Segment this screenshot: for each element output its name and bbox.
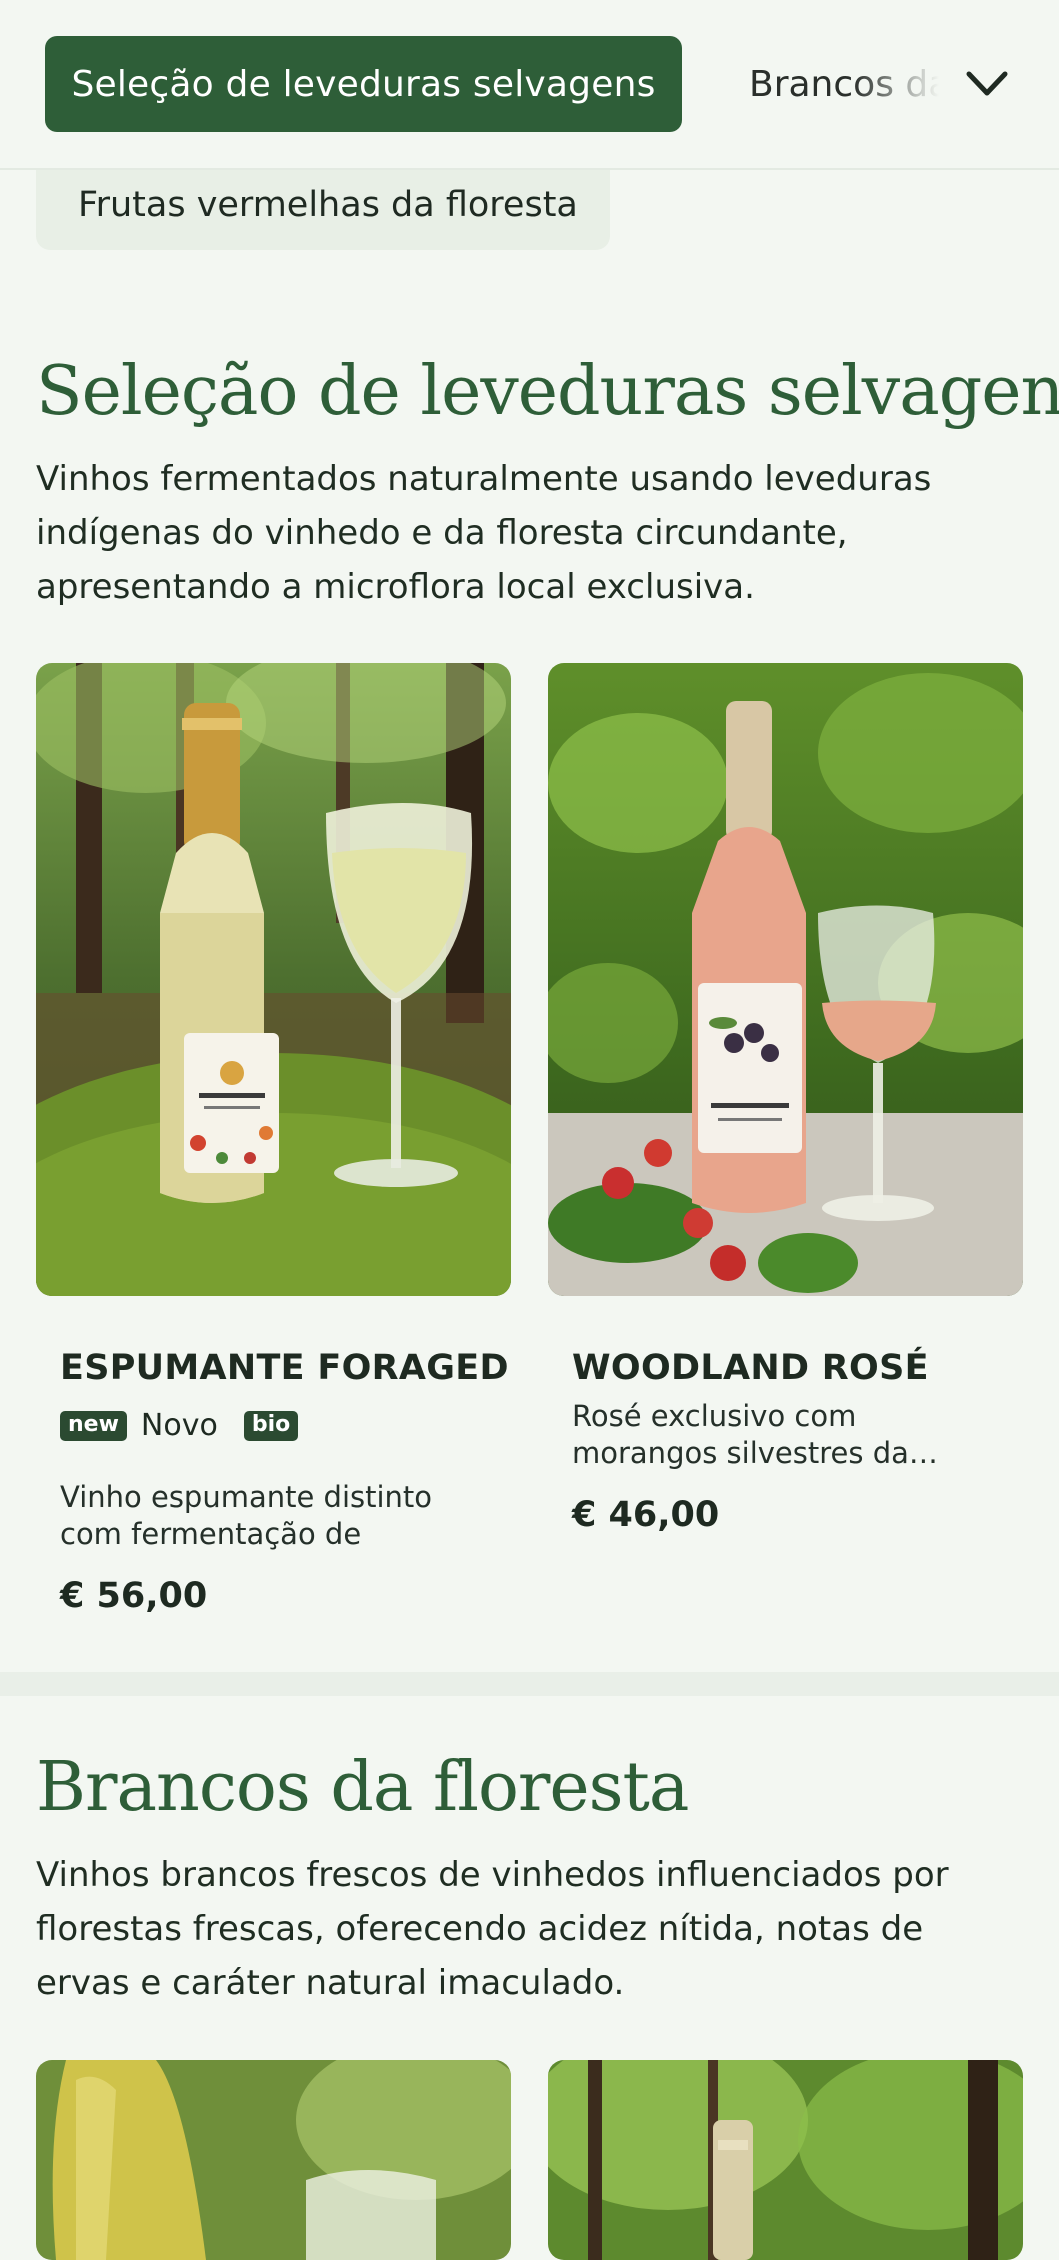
badge-new: new xyxy=(60,1410,127,1441)
product-name[interactable]: ESPUMANTE FORAGED xyxy=(60,1348,509,1388)
section-description-wild-yeast: Vinhos fermentados naturalmente usando l… xyxy=(36,459,932,607)
category-nav-bar: Seleção de leveduras selvagens Brancos d… xyxy=(0,0,1059,170)
product-badges: new Novo bio xyxy=(60,1408,299,1443)
badge-new-label: Novo xyxy=(140,1408,218,1443)
section-title-forest-whites: Brancos da floresta xyxy=(36,1748,689,1827)
product-price: € 56,00 xyxy=(60,1576,208,1616)
product-description: Rosé exclusivo com morangos silvestres d… xyxy=(572,1399,938,1470)
product-price: € 46,00 xyxy=(572,1495,720,1535)
white-wine-bottle-image[interactable] xyxy=(36,2060,511,2260)
forest-white-wine-bottle-image[interactable] xyxy=(548,2060,1023,2260)
product-name[interactable]: WOODLAND ROSÉ xyxy=(572,1348,929,1388)
section-divider xyxy=(0,1672,1059,1696)
product-description: Vinho espumante distinto com fermentação… xyxy=(60,1480,433,1555)
category-chip-next-label: Brancos da floresta xyxy=(749,63,939,105)
sparkling-wine-bottle-image[interactable] xyxy=(36,663,511,1296)
category-chip-next[interactable]: Brancos da floresta xyxy=(749,36,939,132)
category-chip-red-berries[interactable]: Frutas vermelhas da floresta xyxy=(36,160,610,250)
chevron-down-icon[interactable] xyxy=(962,60,1012,108)
section-description-forest-whites: Vinhos brancos frescos de vinhedos influ… xyxy=(36,1855,949,2003)
rose-wine-bottle-image[interactable] xyxy=(548,663,1023,1296)
section-title-wild-yeast: Seleção de leveduras selvagens xyxy=(36,352,1059,431)
badge-bio: bio xyxy=(243,1410,299,1441)
category-chip-red-berries-label: Frutas vermelhas da floresta xyxy=(78,185,578,225)
category-chip-active[interactable]: Seleção de leveduras selvagens xyxy=(45,36,682,132)
category-chip-active-label: Seleção de leveduras selvagens xyxy=(71,63,656,105)
